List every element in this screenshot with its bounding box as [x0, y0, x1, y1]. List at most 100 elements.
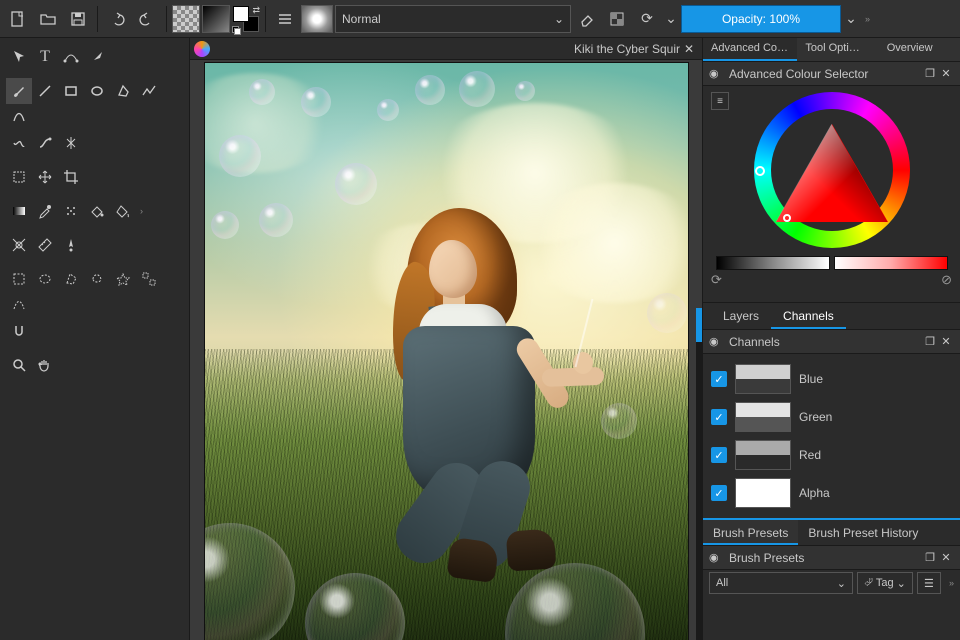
tab-brush-presets[interactable]: Brush Presets — [703, 520, 798, 545]
crop-tool[interactable] — [58, 164, 84, 190]
freehand-path-tool[interactable] — [6, 130, 32, 156]
fg-bg-color-swatch[interactable]: ⇄ — [232, 5, 260, 33]
move-layer-tool[interactable] — [32, 164, 58, 190]
polygon-select-tool[interactable] — [58, 266, 84, 292]
opacity-dropdown-button[interactable]: ⌄ — [843, 5, 859, 33]
alpha-lock-button[interactable] — [603, 5, 631, 33]
calligraphy-tool[interactable] — [84, 44, 110, 70]
brush-presets-toolbar: All ⌄ ⮰ Tag ⌄ ☰ » — [703, 570, 960, 596]
lock-docker-icon[interactable]: ◉ — [709, 67, 725, 80]
ellipse-select-tool[interactable] — [32, 266, 58, 292]
canvas-viewport[interactable] — [190, 60, 702, 640]
bezier-tool[interactable] — [6, 104, 32, 130]
move-tool[interactable] — [6, 44, 32, 70]
gradient-tool[interactable] — [6, 198, 32, 224]
close-tab-button[interactable]: ✕ — [684, 42, 698, 56]
assistant-tool[interactable] — [6, 232, 32, 258]
color-picker-tool[interactable] — [32, 198, 58, 224]
brush-editor-button[interactable] — [271, 5, 299, 33]
edit-shapes-tool[interactable] — [58, 44, 84, 70]
channel-visible-checkbox[interactable]: ✓ — [711, 447, 727, 463]
bezier-select-tool[interactable] — [6, 292, 32, 318]
new-file-button[interactable] — [4, 5, 32, 33]
freehand-select-tool[interactable] — [84, 266, 110, 292]
magnetic-select-tool[interactable] — [6, 318, 32, 344]
tab-tool-options[interactable]: Tool Opti… — [797, 38, 878, 61]
preset-dropdown-button[interactable]: ⌄ — [663, 5, 679, 33]
tab-layers[interactable]: Layers — [711, 303, 771, 329]
channel-row[interactable]: ✓ Alpha — [711, 474, 952, 512]
pattern-edit-tool[interactable] — [58, 198, 84, 224]
save-file-button[interactable] — [64, 5, 92, 33]
smart-fill-tool[interactable] — [84, 198, 110, 224]
ellipse-tool[interactable] — [84, 78, 110, 104]
opacity-slider[interactable]: Opacity: 100% — [681, 5, 841, 33]
tab-overview[interactable]: Overview — [879, 38, 960, 61]
rect-select-tool[interactable] — [6, 266, 32, 292]
blend-mode-select[interactable]: Normal ⌄ — [335, 5, 571, 33]
close-docker-button[interactable]: ✕ — [938, 551, 954, 564]
sv-cursor[interactable] — [783, 214, 791, 222]
preset-view-button[interactable]: ☰ — [917, 572, 941, 594]
gradient-swatch[interactable] — [202, 5, 230, 33]
fill-tool[interactable] — [110, 198, 136, 224]
channel-row[interactable]: ✓ Green — [711, 398, 952, 436]
preset-overflow-icon[interactable]: » — [949, 578, 954, 588]
tab-advanced-color[interactable]: Advanced Col… — [703, 38, 797, 61]
float-docker-button[interactable]: ❐ — [922, 335, 938, 348]
channel-visible-checkbox[interactable]: ✓ — [711, 371, 727, 387]
zoom-tool[interactable] — [6, 352, 32, 378]
brush-preset-thumb[interactable] — [301, 5, 333, 33]
multibrush-tool[interactable] — [58, 130, 84, 156]
top-docker-tabs: Advanced Col… Tool Opti… Overview — [703, 38, 960, 62]
shade-bar-2[interactable] — [834, 256, 948, 270]
channel-row[interactable]: ✓ Blue — [711, 360, 952, 398]
contiguous-select-tool[interactable] — [110, 266, 136, 292]
dynamic-brush-tool[interactable] — [32, 130, 58, 156]
similar-select-tool[interactable] — [136, 266, 162, 292]
tab-channels[interactable]: Channels — [771, 303, 846, 329]
pattern-swatch[interactable] — [172, 5, 200, 33]
hue-cursor[interactable] — [755, 166, 765, 176]
float-docker-button[interactable]: ❐ — [922, 551, 938, 564]
measure-tool[interactable] — [32, 232, 58, 258]
right-dock-scrollbar[interactable] — [696, 308, 702, 640]
channel-row[interactable]: ✓ Red — [711, 436, 952, 474]
lock-docker-icon[interactable]: ◉ — [709, 335, 725, 348]
color-wheel[interactable] — [754, 92, 910, 248]
preset-tag-button[interactable]: ⮰ Tag ⌄ — [857, 572, 913, 594]
channel-visible-checkbox[interactable]: ✓ — [711, 485, 727, 501]
right-dock: Advanced Col… Tool Opti… Overview ◉ Adva… — [702, 38, 960, 640]
channel-label: Red — [799, 448, 821, 462]
close-docker-button[interactable]: ✕ — [938, 67, 954, 80]
document-tab[interactable]: Kiki the Cyber Squir ✕ — [190, 38, 702, 60]
open-file-button[interactable] — [34, 5, 62, 33]
preset-filter-select[interactable]: All ⌄ — [709, 572, 853, 594]
color-history-button[interactable]: ⟳ — [711, 272, 722, 290]
brush-tool[interactable] — [6, 78, 32, 104]
shade-bar-1[interactable] — [716, 256, 830, 270]
toolbox-panel: T — [0, 38, 190, 640]
gamut-warn-icon[interactable]: ⊘ — [941, 272, 952, 290]
eraser-mode-button[interactable] — [573, 5, 601, 33]
redo-button[interactable] — [133, 5, 161, 33]
line-tool[interactable] — [32, 78, 58, 104]
undo-button[interactable] — [103, 5, 131, 33]
reference-tool[interactable] — [58, 232, 84, 258]
channel-visible-checkbox[interactable]: ✓ — [711, 409, 727, 425]
reload-preset-button[interactable]: ⟳ — [633, 5, 661, 33]
polygon-tool[interactable] — [110, 78, 136, 104]
transform-tool[interactable] — [6, 164, 32, 190]
polyline-tool[interactable] — [136, 78, 162, 104]
close-docker-button[interactable]: ✕ — [938, 335, 954, 348]
pan-tool[interactable] — [32, 352, 58, 378]
color-selector-config-button[interactable]: ≡ — [711, 92, 729, 110]
preset-filter-value: All — [716, 577, 728, 589]
text-tool[interactable]: T — [32, 44, 58, 70]
float-docker-button[interactable]: ❐ — [922, 67, 938, 80]
tab-brush-history[interactable]: Brush Preset History — [798, 520, 928, 545]
channel-label: Blue — [799, 372, 823, 386]
rectangle-tool[interactable] — [58, 78, 84, 104]
lock-docker-icon[interactable]: ◉ — [709, 551, 725, 564]
toolbar-overflow-icon[interactable]: » — [865, 14, 870, 24]
